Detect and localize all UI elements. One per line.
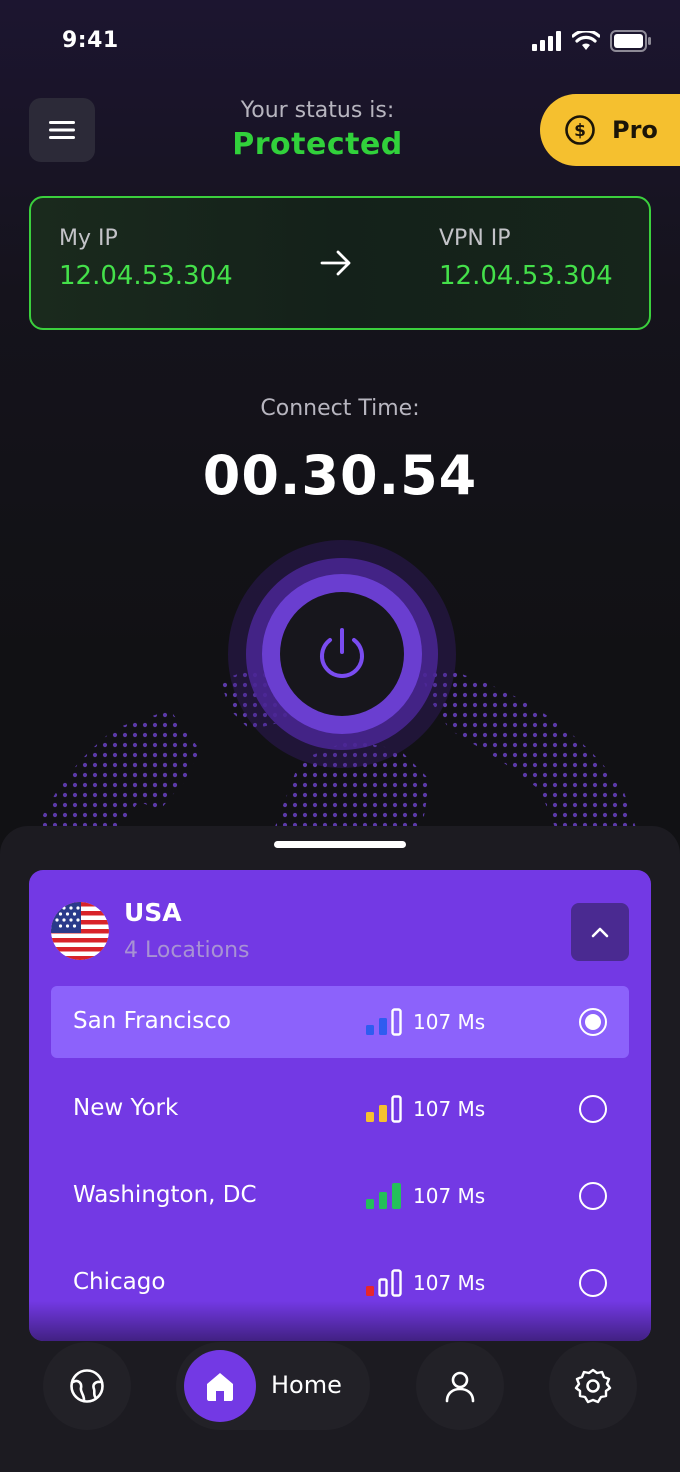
location-row-new-york[interactable]: New York 107 Ms <box>51 1073 629 1145</box>
nav-home-label: Home <box>271 1371 342 1399</box>
hamburger-menu-icon <box>49 121 75 139</box>
status-value: Protected <box>232 127 403 162</box>
signal-strength-icon <box>366 1095 402 1123</box>
nav-settings-button[interactable] <box>549 1342 637 1430</box>
menu-button[interactable] <box>29 98 95 162</box>
dollar-coin-icon: $ <box>565 115 595 145</box>
usa-flag-icon <box>51 902 109 960</box>
svg-text:$: $ <box>574 121 586 141</box>
vpn-ip: VPN IP 12.04.53.304 <box>439 226 613 291</box>
bottom-nav: Home <box>0 1340 680 1472</box>
connect-time-value: 00.30.54 <box>202 444 478 507</box>
collapse-button[interactable] <box>571 903 629 961</box>
cellular-signal-icon <box>532 31 561 51</box>
status-bar: 9:41 <box>0 0 680 84</box>
ip-card: My IP 12.04.53.304 VPN IP 12.04.53.304 <box>29 196 651 330</box>
nav-profile-button[interactable] <box>416 1342 504 1430</box>
nav-home-button[interactable]: Home <box>176 1342 370 1430</box>
home-icon-circle <box>184 1350 256 1422</box>
location-row-san-francisco[interactable]: San Francisco 107 Ms <box>51 986 629 1058</box>
country-card: USA 4 Locations San Francisco 107 Ms New… <box>29 870 651 1341</box>
vpn-ip-value: 12.04.53.304 <box>439 261 613 291</box>
pro-button[interactable]: $ Pro <box>540 94 680 166</box>
connect-time-label: Connect Time: <box>260 396 420 421</box>
location-row-washington-dc[interactable]: Washington, DC 107 Ms <box>51 1160 629 1232</box>
chevron-up-icon <box>591 927 609 938</box>
my-ip-value: 12.04.53.304 <box>59 261 233 291</box>
signal-strength-icon <box>366 1269 402 1297</box>
location-radio[interactable] <box>579 1182 607 1210</box>
location-name: San Francisco <box>73 1008 232 1034</box>
status-label: Your status is: <box>240 98 395 123</box>
globe-icon <box>70 1369 104 1403</box>
location-radio[interactable] <box>579 1095 607 1123</box>
system-icons <box>532 30 652 52</box>
user-icon <box>445 1371 475 1403</box>
list-fade-overlay <box>29 1301 651 1341</box>
signal-strength-icon <box>366 1008 402 1036</box>
location-radio[interactable] <box>579 1008 607 1036</box>
country-location-count: 4 Locations <box>124 938 250 963</box>
country-name: USA <box>124 898 182 927</box>
wifi-icon <box>572 31 600 50</box>
location-ping: 107 Ms <box>413 1271 486 1295</box>
location-name: Chicago <box>73 1269 166 1295</box>
location-name: New York <box>73 1095 179 1121</box>
signal-strength-icon <box>366 1183 401 1209</box>
nav-globe-button[interactable] <box>43 1342 131 1430</box>
home-icon <box>207 1373 233 1401</box>
location-ping: 107 Ms <box>413 1097 486 1121</box>
battery-icon <box>610 30 651 52</box>
arrow-right-icon <box>320 250 351 276</box>
sheet-drag-handle[interactable] <box>274 841 406 848</box>
settings-icon <box>574 1368 612 1404</box>
power-button[interactable] <box>228 540 456 768</box>
clock: 9:41 <box>62 28 119 53</box>
my-ip: My IP 12.04.53.304 <box>59 226 233 291</box>
location-ping: 107 Ms <box>413 1184 486 1208</box>
my-ip-label: My IP <box>59 226 118 251</box>
location-ping: 107 Ms <box>413 1010 486 1034</box>
vpn-ip-label: VPN IP <box>439 226 511 251</box>
pro-label: Pro <box>612 116 658 144</box>
connection-status: Your status is: Protected <box>190 98 445 162</box>
location-radio[interactable] <box>579 1269 607 1297</box>
power-icon <box>320 628 364 678</box>
location-name: Washington, DC <box>73 1182 257 1208</box>
